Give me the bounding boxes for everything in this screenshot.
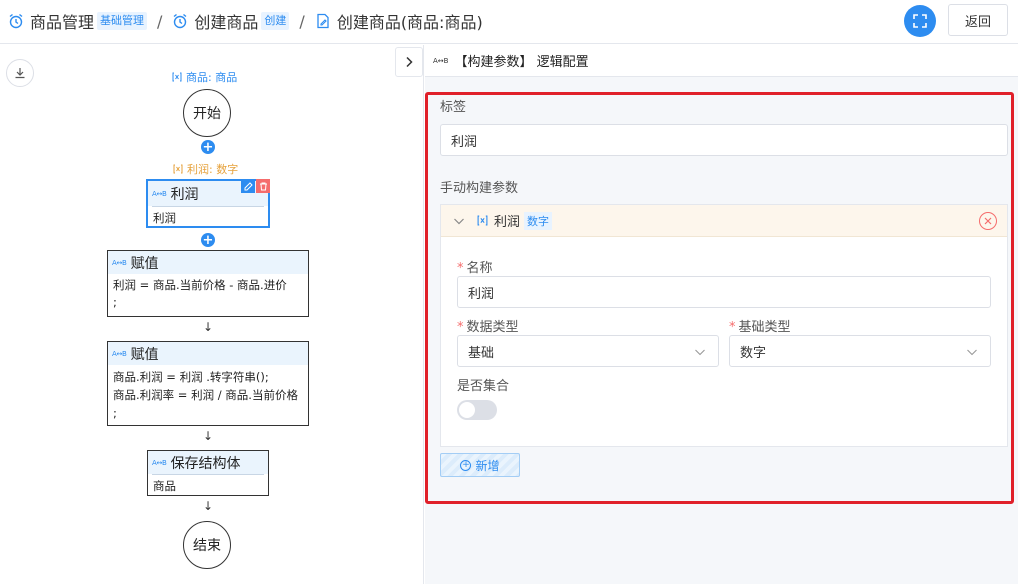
collection-label: 是否集合 (457, 379, 510, 394)
node-body-line: 利润 = 商品.当前价格 - 商品.进价 (113, 278, 287, 292)
flow-arrow: ↓ (202, 499, 214, 513)
chevron-right-icon (406, 56, 413, 68)
assign-icon: A↔B (433, 56, 449, 65)
node-body: 商品.利润 = 利润 .转字符串(); 商品.利润率 = 利润 / 商品.当前价… (108, 365, 308, 424)
add-node-button[interactable]: + (201, 140, 215, 154)
node-title: 保存结构体 (170, 455, 241, 472)
fullscreen-icon (913, 14, 927, 28)
download-button[interactable] (6, 59, 34, 87)
breadcrumb: 商品管理 基础管理 / 创建商品 创建 / 创建商品(商品:商品) (8, 9, 483, 33)
node-title: 赋值 (130, 346, 159, 363)
breadcrumb-separator: / (157, 11, 163, 31)
chevron-down-icon (454, 218, 464, 224)
assign-node[interactable]: A↔B 赋值 商品.利润 = 利润 .转字符串(); 商品.利润率 = 利润 /… (107, 341, 309, 426)
breadcrumb-separator: / (299, 11, 305, 31)
node-body-line: 商品 (153, 479, 176, 493)
variable-icon (172, 72, 182, 82)
node-body-line: 商品.利润 = 利润 .转字符串(); (113, 370, 269, 384)
breadcrumb-label: 创建商品(商品:商品) (336, 13, 483, 32)
variable-icon (173, 164, 183, 174)
assign-node[interactable]: A↔B 赋值 利润 = 商品.当前价格 - 商品.进价 ; (107, 250, 309, 317)
base-type-select[interactable]: 数字 (729, 335, 991, 367)
tag-label: 标签 (440, 100, 467, 115)
flow-arrow: ↓ (202, 429, 214, 443)
node-title: 利润 (170, 186, 199, 203)
chevron-down-icon (695, 349, 705, 356)
node-header: A↔B 赋值 (108, 251, 308, 274)
node-body-line: 商品.利润率 = 利润 / 商品.当前价格 (113, 388, 298, 402)
breadcrumb-label: 商品管理 (30, 13, 95, 32)
plus-circle-icon: + (460, 459, 472, 471)
breadcrumb-label: 创建商品 (194, 13, 259, 32)
output-variable-text: 利润: 数字 (187, 163, 239, 176)
node-body-line: ; (113, 406, 117, 420)
save-struct-node[interactable]: A↔B 保存结构体 商品 (147, 450, 269, 496)
data-type-label: * 数据类型 (457, 320, 519, 335)
param-type-badge: 数字 (524, 211, 553, 230)
collection-toggle[interactable] (457, 400, 497, 420)
add-param-label: 新增 (475, 458, 500, 473)
node-body-line: 利润 (153, 211, 176, 225)
build-param-node[interactable]: A↔B 利润 利润 (146, 179, 270, 228)
remove-param-button[interactable] (979, 212, 997, 230)
breadcrumb-item-product-management[interactable]: 商品管理 基础管理 (8, 9, 148, 33)
collapse-panel-button[interactable] (395, 47, 423, 77)
chevron-down-icon (967, 349, 977, 356)
panel-title: 【构建参数】 逻辑配置 (454, 55, 589, 70)
delete-node-button[interactable] (256, 179, 270, 193)
node-body-line: ; (113, 295, 117, 309)
node-title: 赋值 (130, 255, 159, 272)
base-type-value: 数字 (740, 345, 767, 361)
output-variable-label: 利润: 数字 (173, 161, 238, 177)
download-icon (15, 68, 25, 79)
param-card: 利润 数字 * 名称 利润 * 数据类型 基础 * 基础类型 数字 是否集合 (440, 204, 1008, 447)
panel-header: A↔B 【构建参数】 逻辑配置 (425, 45, 1018, 77)
assign-icon: A↔B (112, 349, 127, 358)
node-body: 利润 (148, 207, 268, 229)
name-input[interactable]: 利润 (457, 276, 991, 308)
assign-icon: A↔B (152, 189, 167, 198)
add-param-button[interactable]: + 新增 (440, 453, 520, 477)
edit-node-button[interactable] (241, 179, 255, 193)
breadcrumb-item-create-product[interactable]: 创建商品 创建 (172, 9, 290, 33)
back-button[interactable]: 返回 (948, 4, 1008, 36)
alarm-clock-icon (173, 13, 187, 29)
start-node[interactable]: 开始 (183, 89, 231, 137)
breadcrumb-badge: 创建 (261, 12, 290, 30)
toggle-knob (459, 402, 475, 418)
tag-input[interactable]: 利润 (440, 124, 1008, 156)
end-node[interactable]: 结束 (183, 521, 231, 569)
assign-icon: A↔B (112, 258, 127, 267)
close-icon (984, 217, 992, 225)
fullscreen-button[interactable] (904, 5, 936, 37)
node-body: 商品 (148, 475, 268, 497)
breadcrumb-item-current: 创建商品(商品:商品) (315, 9, 483, 33)
breadcrumb-badge: 基础管理 (97, 12, 148, 30)
trash-icon (259, 182, 267, 190)
data-type-select[interactable]: 基础 (457, 335, 719, 367)
data-type-value: 基础 (468, 345, 495, 361)
assign-icon: A↔B (152, 458, 167, 467)
config-panel: A↔B 【构建参数】 逻辑配置 标签 利润 手动构建参数 利润 数字 * 名称 利… (425, 45, 1018, 584)
top-header: 商品管理 基础管理 / 创建商品 创建 / 创建商品(商品:商品) 返回 (0, 0, 1018, 44)
name-label: * 名称 (457, 261, 493, 276)
input-variable-text: 商品: 商品 (186, 71, 238, 84)
add-node-button[interactable]: + (201, 233, 215, 247)
node-header: A↔B 保存结构体 (148, 451, 268, 474)
variable-icon (477, 215, 488, 226)
input-variable-label: 商品: 商品 (172, 69, 237, 85)
flow-arrow: ↓ (202, 320, 214, 334)
flow-canvas[interactable]: 商品: 商品 开始 + 利润: 数字 A↔B 利润 利润 + A↔B 赋值 利润… (0, 45, 424, 584)
base-type-label: * 基础类型 (729, 320, 791, 335)
document-edit-icon (317, 13, 329, 29)
param-card-header[interactable]: 利润 数字 (441, 205, 1007, 237)
section-label: 手动构建参数 (440, 181, 519, 196)
edit-icon (244, 181, 253, 190)
param-name: 利润 (494, 215, 521, 230)
node-actions (241, 179, 270, 193)
node-header: A↔B 赋值 (108, 342, 308, 365)
alarm-clock-icon (9, 13, 23, 29)
node-body: 利润 = 商品.当前价格 - 商品.进价 ; (108, 274, 308, 313)
